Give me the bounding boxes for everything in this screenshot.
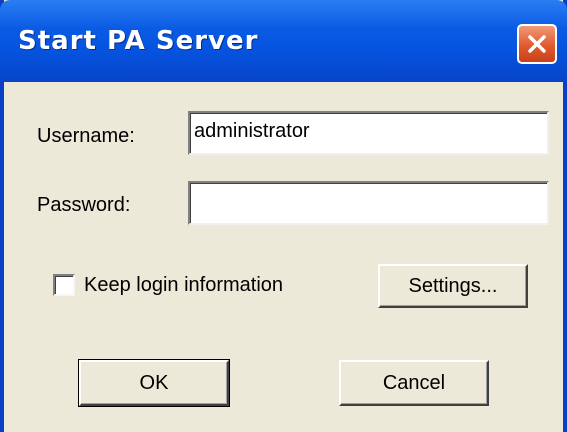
title-bar: Start PA Server (0, 0, 567, 82)
ok-button[interactable]: OK (78, 359, 230, 407)
username-label: Username: (37, 125, 135, 147)
password-label: Password: (37, 194, 131, 216)
keep-login-label: Keep login information (84, 274, 284, 296)
username-field[interactable]: administrator (188, 111, 549, 155)
start-pa-server-dialog: Start PA Server Username: administrator … (0, 0, 567, 432)
close-icon (528, 35, 546, 53)
cancel-button[interactable]: Cancel (339, 360, 489, 406)
password-field[interactable] (188, 181, 549, 225)
window-title: Start PA Server (18, 26, 259, 56)
close-button[interactable] (517, 24, 557, 64)
settings-button[interactable]: Settings... (378, 264, 528, 308)
keep-login-checkbox[interactable] (53, 274, 75, 296)
